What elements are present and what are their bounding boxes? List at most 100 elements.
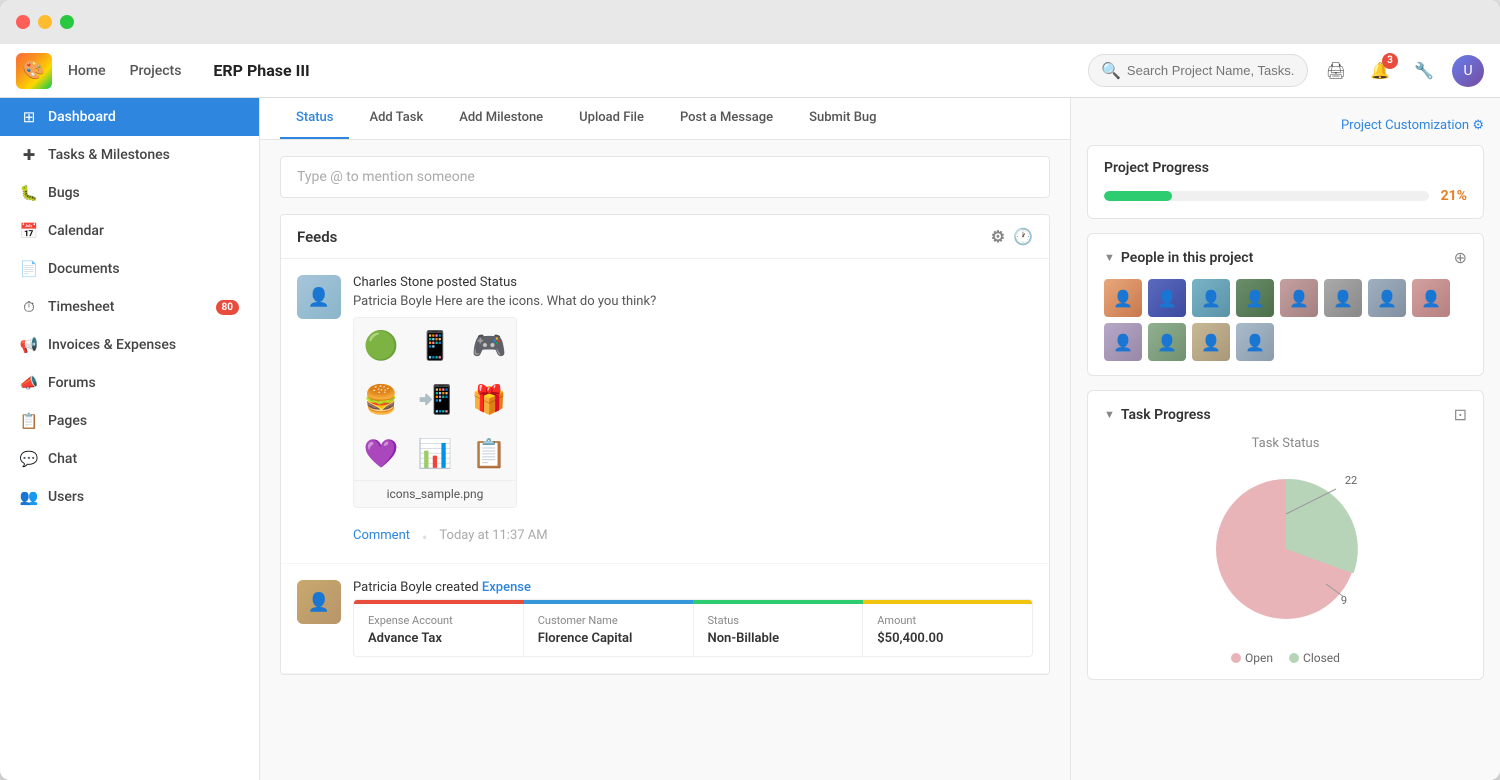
- expense-table: Expense Account Advance Tax Customer Nam…: [354, 604, 1032, 656]
- feed-1-footer: Comment • Today at 11:37 AM: [353, 528, 1033, 547]
- sidebar-item-documents[interactable]: 📄 Documents: [0, 250, 259, 288]
- sidebar-label-chat: Chat: [48, 451, 77, 467]
- expense-customer-value: Florence Capital: [538, 631, 679, 646]
- person-avatar-10: 👤: [1148, 323, 1186, 361]
- icon-cell-2: 📱: [408, 318, 462, 372]
- feed-1-content: Charles Stone posted Status Patricia Boy…: [353, 275, 1033, 547]
- feed-1-author: Charles Stone: [353, 275, 433, 290]
- person-avatar-4: 👤: [1236, 279, 1274, 317]
- feeds-settings-icon[interactable]: ⚙: [991, 227, 1005, 246]
- documents-icon: 📄: [20, 260, 38, 278]
- print-button[interactable]: 🖨: [1320, 55, 1352, 87]
- pages-icon: 📋: [20, 412, 38, 430]
- settings-button[interactable]: 🔧: [1408, 55, 1440, 87]
- comment-link[interactable]: Comment: [353, 528, 410, 547]
- expense-status-label: Status: [708, 614, 849, 627]
- icon-cell-7: 💜: [354, 426, 408, 480]
- topbar-nav: Home Projects: [68, 63, 181, 79]
- expense-link[interactable]: Expense: [482, 580, 531, 595]
- customize-link[interactable]: Project Customization ⚙: [1087, 114, 1484, 133]
- right-panel: Project Customization ⚙ Project Progress…: [1070, 98, 1500, 780]
- feeds-title: Feeds: [297, 228, 337, 246]
- task-progress-header: ▼ Task Progress ⊡: [1104, 405, 1467, 424]
- project-title: ERP Phase III: [213, 61, 309, 80]
- pie-chart-svg: 22 9: [1196, 459, 1376, 639]
- expense-account-value: Advance Tax: [368, 631, 509, 646]
- feed-1-message: Here are the icons. What do you think?: [435, 294, 656, 309]
- task-collapse-icon[interactable]: ▼: [1104, 408, 1115, 421]
- sidebar-item-timesheet[interactable]: ⏱ Timesheet 80: [0, 288, 259, 326]
- expense-col-account: Expense Account Advance Tax: [354, 604, 524, 656]
- close-button[interactable]: [16, 15, 30, 29]
- sidebar-item-bugs[interactable]: 🐛 Bugs: [0, 174, 259, 212]
- feeds-header: Feeds ⚙ 🕐: [281, 215, 1049, 259]
- content-area: Status Add Task Add Milestone Upload Fil…: [260, 98, 1070, 780]
- legend-closed: Closed: [1289, 651, 1340, 665]
- expense-card: Expense Account Advance Tax Customer Nam…: [353, 599, 1033, 657]
- feed-item-2: 👤 Patricia Boyle created Expense: [281, 564, 1049, 674]
- status-input[interactable]: Type @ to mention someone: [280, 156, 1050, 198]
- tab-submit-bug[interactable]: Submit Bug: [793, 98, 892, 139]
- expense-account-label: Expense Account: [368, 614, 509, 627]
- tasks-icon: ✚: [20, 146, 38, 164]
- expense-status-value: Non-Billable: [708, 631, 849, 646]
- tab-upload-file[interactable]: Upload File: [563, 98, 660, 139]
- sidebar-item-users[interactable]: 👥 Users: [0, 478, 259, 516]
- feed-1-mention[interactable]: Patricia Boyle: [353, 294, 432, 309]
- nav-projects[interactable]: Projects: [130, 63, 182, 79]
- person-avatar-2: 👤: [1148, 279, 1186, 317]
- feed-2-avatar: 👤: [297, 580, 341, 624]
- user-avatar[interactable]: U: [1452, 55, 1484, 87]
- search-icon: 🔍: [1101, 61, 1121, 80]
- people-expand-icon[interactable]: ⊕: [1454, 248, 1467, 267]
- people-collapse-icon[interactable]: ▼: [1104, 251, 1115, 264]
- forums-icon: 📣: [20, 374, 38, 392]
- sidebar-item-tasks[interactable]: ✚ Tasks & Milestones: [0, 136, 259, 174]
- tab-add-milestone[interactable]: Add Milestone: [443, 98, 559, 139]
- expense-col-customer: Customer Name Florence Capital: [524, 604, 694, 656]
- pie-chart: 22 9: [1196, 459, 1376, 639]
- icon-cell-5: 📲: [408, 372, 462, 426]
- person-avatar-9: 👤: [1104, 323, 1142, 361]
- sidebar-item-invoices[interactable]: 📢 Invoices & Expenses: [0, 326, 259, 364]
- sidebar-item-forums[interactable]: 📣 Forums: [0, 364, 259, 402]
- sidebar-item-calendar[interactable]: 📅 Calendar: [0, 212, 259, 250]
- invoices-icon: 📢: [20, 336, 38, 354]
- wrench-icon: 🔧: [1414, 61, 1434, 80]
- search-input[interactable]: [1127, 63, 1295, 78]
- nav-home[interactable]: Home: [68, 63, 106, 79]
- sidebar-label-tasks: Tasks & Milestones: [48, 147, 170, 163]
- person-avatar-1: 👤: [1104, 279, 1142, 317]
- tab-add-task[interactable]: Add Task: [353, 98, 439, 139]
- sidebar-label-dashboard: Dashboard: [48, 109, 116, 125]
- main-content: Type @ to mention someone Feeds ⚙ 🕐: [260, 140, 1070, 780]
- chat-icon: 💬: [20, 450, 38, 468]
- task-expand-icon[interactable]: ⊡: [1454, 405, 1467, 424]
- people-title: ▼ People in this project: [1104, 250, 1253, 266]
- topbar-actions: 🔍 🖨 🔔 3 🔧 U: [1088, 54, 1484, 87]
- sidebar-label-users: Users: [48, 489, 84, 505]
- tab-status[interactable]: Status: [280, 98, 349, 139]
- app-logo: 🎨: [16, 53, 52, 89]
- feeds-history-icon[interactable]: 🕐: [1013, 227, 1033, 246]
- project-progress-title: Project Progress: [1104, 160, 1209, 176]
- sidebar-item-chat[interactable]: 💬 Chat: [0, 440, 259, 478]
- expense-col-status: Status Non-Billable: [694, 604, 864, 656]
- person-avatar-12: 👤: [1236, 323, 1274, 361]
- sidebar-item-dashboard[interactable]: ⊞ Dashboard: [0, 98, 259, 136]
- fullscreen-button[interactable]: [60, 15, 74, 29]
- feeds-header-actions: ⚙ 🕐: [991, 227, 1033, 246]
- search-box[interactable]: 🔍: [1088, 54, 1308, 87]
- notifications-button[interactable]: 🔔 3: [1364, 55, 1396, 87]
- icon-grid: 🟢 📱 🎮 🍔 📲 🎁 💜 📊: [354, 318, 516, 480]
- sidebar-label-invoices: Invoices & Expenses: [48, 337, 176, 353]
- sidebar-label-calendar: Calendar: [48, 223, 104, 239]
- feed-2-content: Patricia Boyle created Expense: [353, 580, 1033, 657]
- pie-container: Task Status 22: [1104, 436, 1467, 665]
- tab-post-message[interactable]: Post a Message: [664, 98, 789, 139]
- minimize-button[interactable]: [38, 15, 52, 29]
- users-icon: 👥: [20, 488, 38, 506]
- project-customization-label[interactable]: Project Customization ⚙: [1341, 118, 1484, 133]
- sidebar-item-pages[interactable]: 📋 Pages: [0, 402, 259, 440]
- calendar-icon: 📅: [20, 222, 38, 240]
